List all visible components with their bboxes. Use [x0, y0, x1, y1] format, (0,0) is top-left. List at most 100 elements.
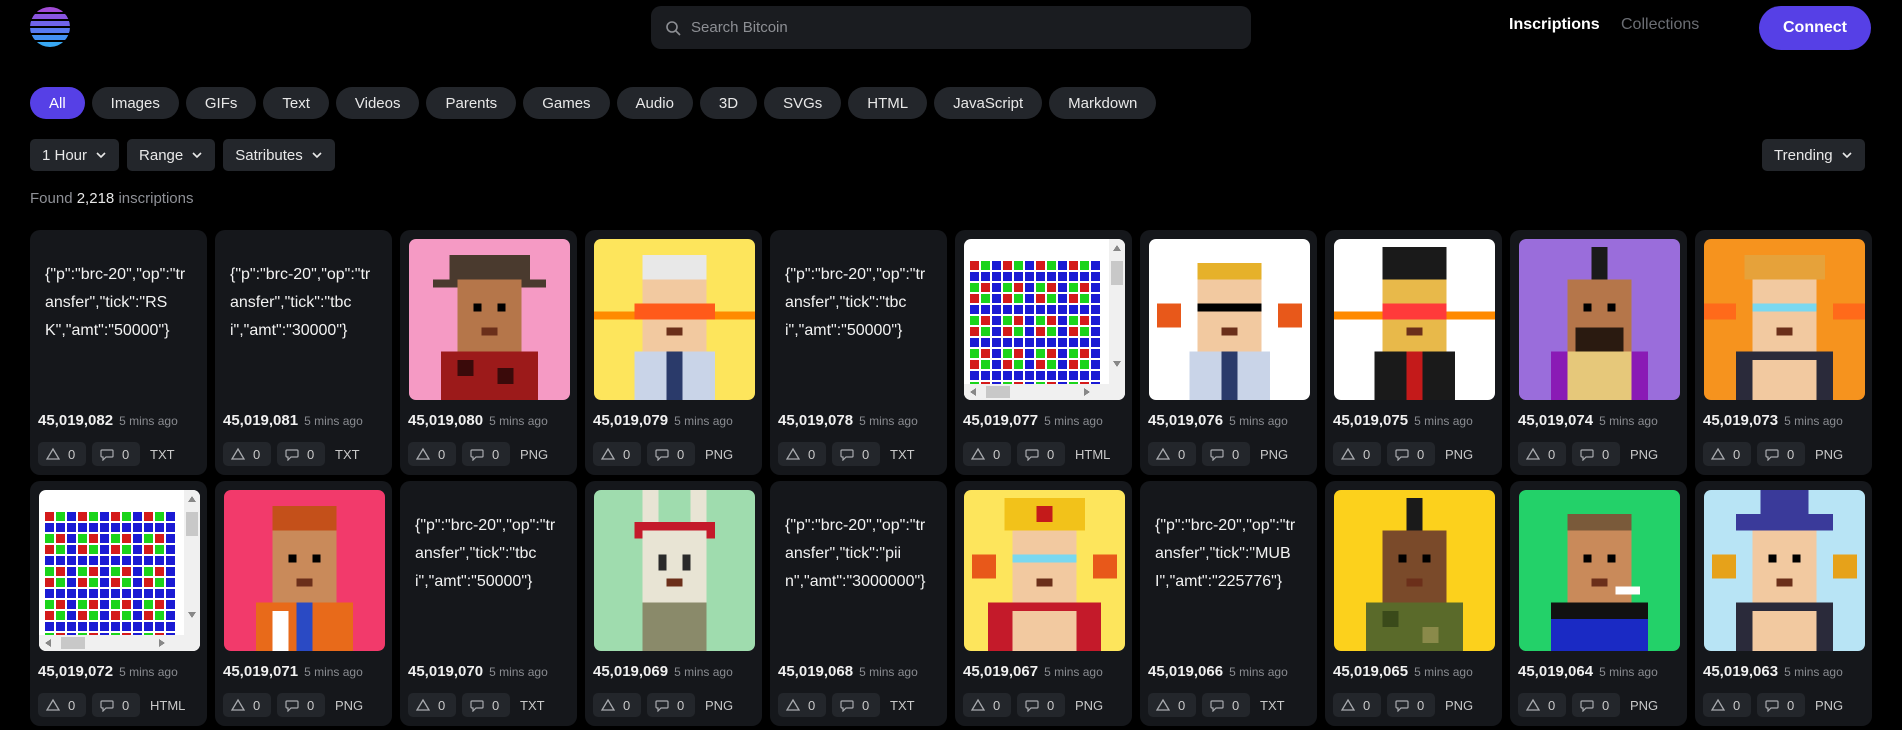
inscription-card[interactable]: {"p":"brc-20","op":"transfer","tick":"pi…	[770, 481, 947, 726]
comment-button[interactable]: 0	[462, 693, 510, 717]
inscription-number[interactable]: 45,019,066	[1148, 663, 1223, 680]
filter-chip-videos[interactable]: Videos	[335, 87, 420, 119]
search-bar[interactable]	[651, 6, 1251, 49]
upvote-button[interactable]: 0	[963, 693, 1011, 717]
filter-chip-3d[interactable]: 3D	[699, 87, 758, 119]
filter-chip-all[interactable]: All	[30, 87, 85, 119]
inscription-number[interactable]: 45,019,076	[1148, 412, 1223, 429]
comment-button[interactable]: 0	[832, 442, 880, 466]
inscription-card[interactable]: 45,019,080 5 mins ago 0 0 PNG	[400, 230, 577, 475]
inscription-number[interactable]: 45,019,070	[408, 663, 483, 680]
filter-chip-javascript[interactable]: JavaScript	[934, 87, 1043, 119]
inscription-number[interactable]: 45,019,065	[1333, 663, 1408, 680]
comment-button[interactable]: 0	[647, 693, 695, 717]
upvote-button[interactable]: 0	[778, 693, 826, 717]
comment-button[interactable]: 0	[277, 442, 325, 466]
inscription-card[interactable]: 45,019,063 5 mins ago 0 0 PNG	[1695, 481, 1872, 726]
comment-button[interactable]: 0	[1387, 442, 1435, 466]
inscription-card[interactable]: 45,019,073 5 mins ago 0 0 PNG	[1695, 230, 1872, 475]
filter-chip-parents[interactable]: Parents	[426, 87, 517, 119]
inscription-number[interactable]: 45,019,067	[963, 663, 1038, 680]
inscription-card[interactable]: {"p":"brc-20","op":"transfer","tick":"RS…	[30, 230, 207, 475]
upvote-button[interactable]: 0	[593, 442, 641, 466]
comment-button[interactable]: 0	[1202, 442, 1250, 466]
nav-inscriptions[interactable]: Inscriptions	[1509, 16, 1600, 34]
comment-button[interactable]: 0	[462, 442, 510, 466]
comment-button[interactable]: 0	[1017, 693, 1065, 717]
upvote-button[interactable]: 0	[38, 693, 86, 717]
comment-button[interactable]: 0	[92, 693, 140, 717]
filter-chip-html[interactable]: HTML	[848, 87, 928, 119]
upvote-button[interactable]: 0	[1333, 693, 1381, 717]
logo-icon[interactable]	[30, 7, 70, 47]
inscription-number[interactable]: 45,019,063	[1703, 663, 1778, 680]
range-dropdown[interactable]: Range	[127, 139, 216, 171]
satributes-dropdown[interactable]: Satributes	[223, 139, 335, 171]
inscription-card[interactable]: 45,019,064 5 mins ago 0 0 PNG	[1510, 481, 1687, 726]
upvote-button[interactable]: 0	[408, 442, 456, 466]
comment-button[interactable]: 0	[647, 442, 695, 466]
comment-button[interactable]: 0	[92, 442, 140, 466]
upvote-button[interactable]: 0	[963, 442, 1011, 466]
comment-button[interactable]: 0	[1572, 693, 1620, 717]
upvote-button[interactable]: 0	[593, 693, 641, 717]
inscription-card[interactable]: 45,019,076 5 mins ago 0 0 PNG	[1140, 230, 1317, 475]
upvote-button[interactable]: 0	[408, 693, 456, 717]
inscription-number[interactable]: 45,019,082	[38, 412, 113, 429]
filter-chip-gifs[interactable]: GIFs	[185, 87, 257, 119]
inscription-card[interactable]: 45,019,079 5 mins ago 0 0 PNG	[585, 230, 762, 475]
inscription-number[interactable]: 45,019,081	[223, 412, 298, 429]
inscription-card[interactable]: 45,019,069 5 mins ago 0 0 PNG	[585, 481, 762, 726]
inscription-number[interactable]: 45,019,072	[38, 663, 113, 680]
filter-chip-audio[interactable]: Audio	[616, 87, 693, 119]
inscription-number[interactable]: 45,019,077	[963, 412, 1038, 429]
upvote-button[interactable]: 0	[1518, 442, 1566, 466]
upvote-button[interactable]: 0	[1148, 693, 1196, 717]
upvote-button[interactable]: 0	[1703, 693, 1751, 717]
connect-button[interactable]: Connect	[1759, 6, 1871, 50]
comment-button[interactable]: 0	[832, 693, 880, 717]
inscription-card[interactable]: {"p":"brc-20","op":"transfer","tick":"tb…	[400, 481, 577, 726]
inscription-card[interactable]: {"p":"brc-20","op":"transfer","tick":"tb…	[770, 230, 947, 475]
inscription-card[interactable]: 45,019,065 5 mins ago 0 0 PNG	[1325, 481, 1502, 726]
inscription-number[interactable]: 45,019,068	[778, 663, 853, 680]
comment-button[interactable]: 0	[1017, 442, 1065, 466]
upvote-button[interactable]: 0	[1703, 442, 1751, 466]
inscription-number[interactable]: 45,019,074	[1518, 412, 1593, 429]
filter-chip-text[interactable]: Text	[263, 87, 329, 119]
inscription-card[interactable]: 45,019,071 5 mins ago 0 0 PNG	[215, 481, 392, 726]
search-input[interactable]	[691, 19, 1211, 36]
inscription-number[interactable]: 45,019,080	[408, 412, 483, 429]
inscription-card[interactable]: {"p":"brc-20","op":"transfer","tick":"MU…	[1140, 481, 1317, 726]
inscription-card[interactable]: 45,019,075 5 mins ago 0 0 PNG	[1325, 230, 1502, 475]
filter-chip-images[interactable]: Images	[91, 87, 179, 119]
time-dropdown[interactable]: 1 Hour	[30, 139, 120, 171]
comment-button[interactable]: 0	[1757, 442, 1805, 466]
inscription-card[interactable]: {"p":"brc-20","op":"transfer","tick":"tb…	[215, 230, 392, 475]
comment-button[interactable]: 0	[1202, 693, 1250, 717]
sort-dropdown[interactable]: Trending	[1762, 139, 1865, 171]
comment-button[interactable]: 0	[1387, 693, 1435, 717]
inscription-card[interactable]: 45,019,072 5 mins ago 0 0 HTML	[30, 481, 207, 726]
nav-collections[interactable]: Collections	[1621, 16, 1699, 34]
upvote-button[interactable]: 0	[38, 442, 86, 466]
inscription-number[interactable]: 45,019,079	[593, 412, 668, 429]
inscription-number[interactable]: 45,019,078	[778, 412, 853, 429]
comment-button[interactable]: 0	[277, 693, 325, 717]
inscription-number[interactable]: 45,019,073	[1703, 412, 1778, 429]
upvote-button[interactable]: 0	[223, 442, 271, 466]
inscription-card[interactable]: 45,019,077 5 mins ago 0 0 HTML	[955, 230, 1132, 475]
comment-button[interactable]: 0	[1757, 693, 1805, 717]
upvote-button[interactable]: 0	[778, 442, 826, 466]
filter-chip-games[interactable]: Games	[523, 87, 610, 119]
inscription-card[interactable]: 45,019,074 5 mins ago 0 0 PNG	[1510, 230, 1687, 475]
comment-button[interactable]: 0	[1572, 442, 1620, 466]
inscription-number[interactable]: 45,019,064	[1518, 663, 1593, 680]
upvote-button[interactable]: 0	[1518, 693, 1566, 717]
filter-chip-svgs[interactable]: SVGs	[764, 87, 842, 119]
upvote-button[interactable]: 0	[223, 693, 271, 717]
inscription-card[interactable]: 45,019,067 5 mins ago 0 0 PNG	[955, 481, 1132, 726]
upvote-button[interactable]: 0	[1148, 442, 1196, 466]
filter-chip-markdown[interactable]: Markdown	[1049, 87, 1157, 119]
inscription-number[interactable]: 45,019,069	[593, 663, 668, 680]
